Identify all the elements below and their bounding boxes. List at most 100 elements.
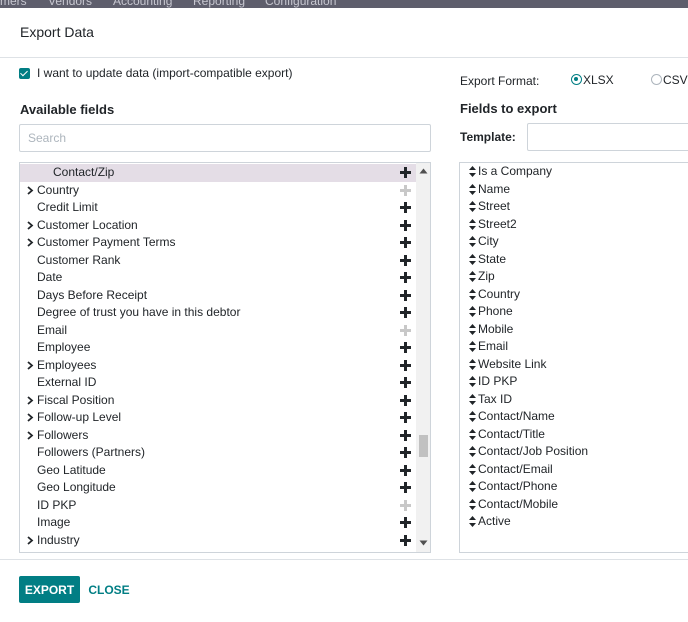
drag-handle-icon[interactable] xyxy=(468,218,477,231)
scroll-down-icon[interactable] xyxy=(419,540,428,546)
field-row[interactable]: Follow-up Level xyxy=(20,409,416,427)
search-input[interactable] xyxy=(19,124,431,152)
add-field-icon[interactable] xyxy=(400,342,411,353)
chevron-right-icon[interactable] xyxy=(25,412,35,423)
field-row[interactable]: Industry xyxy=(20,532,416,550)
export-field-row[interactable]: ID PKP xyxy=(460,373,688,391)
add-field-icon[interactable] xyxy=(400,447,411,458)
drag-handle-icon[interactable] xyxy=(468,358,477,371)
add-field-icon[interactable] xyxy=(400,482,411,493)
drag-handle-icon[interactable] xyxy=(468,323,477,336)
field-row[interactable]: Customer Payment Terms xyxy=(20,234,416,252)
add-field-icon[interactable] xyxy=(400,167,411,178)
field-row[interactable]: Contact/Zip xyxy=(20,164,416,182)
drag-handle-icon[interactable] xyxy=(468,428,477,441)
field-row[interactable]: Degree of trust you have in this debtor xyxy=(20,304,416,322)
chevron-right-icon[interactable] xyxy=(25,185,35,196)
field-row[interactable]: Days Before Receipt xyxy=(20,287,416,305)
add-field-icon[interactable] xyxy=(400,517,411,528)
add-field-icon[interactable] xyxy=(400,394,411,406)
format-label-csv[interactable]: CSV xyxy=(663,73,688,87)
add-field-icon[interactable] xyxy=(400,359,411,371)
add-field-icon[interactable] xyxy=(400,499,411,511)
drag-handle-icon[interactable] xyxy=(468,410,477,423)
export-field-row[interactable]: Contact/Title xyxy=(460,426,688,444)
add-field-icon[interactable] xyxy=(400,534,411,546)
drag-handle-icon[interactable] xyxy=(468,253,477,266)
import-compatible-checkbox[interactable] xyxy=(19,67,30,79)
drag-handle-icon[interactable] xyxy=(468,445,477,458)
drag-handle-icon[interactable] xyxy=(468,515,477,528)
format-label-xlsx[interactable]: XLSX xyxy=(583,73,614,87)
add-field-icon[interactable] xyxy=(400,184,411,196)
export-field-row[interactable]: City xyxy=(460,233,688,251)
add-field-icon[interactable] xyxy=(400,272,411,283)
field-row[interactable]: Followers xyxy=(20,427,416,445)
export-field-row[interactable]: Website Link xyxy=(460,356,688,374)
close-button[interactable]: CLOSE xyxy=(84,576,134,603)
add-field-icon[interactable] xyxy=(400,377,411,388)
export-field-row[interactable]: Is a Company xyxy=(460,163,688,181)
drag-handle-icon[interactable] xyxy=(468,480,477,493)
chevron-right-icon[interactable] xyxy=(25,360,35,371)
field-row[interactable]: Fiscal Position xyxy=(20,392,416,410)
add-field-icon[interactable] xyxy=(400,307,411,318)
add-field-icon[interactable] xyxy=(400,237,411,248)
drag-handle-icon[interactable] xyxy=(468,305,477,318)
drag-handle-icon[interactable] xyxy=(468,498,477,511)
chevron-right-icon[interactable] xyxy=(25,395,35,406)
export-field-row[interactable]: Tax ID xyxy=(460,391,688,409)
export-field-row[interactable]: Zip xyxy=(460,268,688,286)
field-row[interactable]: Image xyxy=(20,514,416,532)
template-select[interactable] xyxy=(527,123,688,151)
export-field-row[interactable]: Contact/Job Position xyxy=(460,443,688,461)
field-row[interactable]: Customer Location xyxy=(20,217,416,235)
field-row[interactable]: Geo Latitude xyxy=(20,462,416,480)
drag-handle-icon[interactable] xyxy=(468,183,477,196)
scroll-up-icon[interactable] xyxy=(419,168,428,174)
import-compatible-toggle[interactable]: I want to update data (import-compatible… xyxy=(19,66,292,80)
field-row[interactable]: Geo Longitude xyxy=(20,479,416,497)
add-field-icon[interactable] xyxy=(400,464,411,476)
chevron-right-icon[interactable] xyxy=(25,220,35,231)
add-field-icon[interactable] xyxy=(400,324,411,336)
add-field-icon[interactable] xyxy=(400,412,411,423)
export-field-row[interactable]: State xyxy=(460,251,688,269)
export-field-row[interactable]: Email xyxy=(460,338,688,356)
field-row[interactable]: ID PKP xyxy=(20,497,416,515)
drag-handle-icon[interactable] xyxy=(468,463,477,476)
field-row[interactable]: Employees xyxy=(20,357,416,375)
chevron-right-icon[interactable] xyxy=(25,430,35,441)
export-button[interactable]: EXPORT xyxy=(19,576,80,603)
export-field-row[interactable]: Mobile xyxy=(460,321,688,339)
drag-handle-icon[interactable] xyxy=(468,375,477,388)
field-row[interactable]: Date xyxy=(20,269,416,287)
add-field-icon[interactable] xyxy=(400,219,411,231)
chevron-right-icon[interactable] xyxy=(25,535,35,546)
field-row[interactable]: Email xyxy=(20,322,416,340)
export-field-row[interactable]: Contact/Name xyxy=(460,408,688,426)
export-field-row[interactable]: Street2 xyxy=(460,216,688,234)
field-row[interactable]: Credit Limit xyxy=(20,199,416,217)
scrollbar-thumb[interactable] xyxy=(419,435,428,457)
drag-handle-icon[interactable] xyxy=(468,288,477,301)
drag-handle-icon[interactable] xyxy=(468,340,477,353)
add-field-icon[interactable] xyxy=(400,289,411,301)
drag-handle-icon[interactable] xyxy=(468,393,477,406)
export-field-row[interactable]: Contact/Email xyxy=(460,461,688,479)
export-field-row[interactable]: Contact/Mobile xyxy=(460,496,688,514)
export-field-row[interactable]: Name xyxy=(460,181,688,199)
add-field-icon[interactable] xyxy=(400,254,411,266)
export-field-row[interactable]: Phone xyxy=(460,303,688,321)
field-row[interactable]: Customer Rank xyxy=(20,252,416,270)
field-row[interactable]: External ID xyxy=(20,374,416,392)
add-field-icon[interactable] xyxy=(400,202,411,213)
add-field-icon[interactable] xyxy=(400,429,411,441)
export-field-row[interactable]: Street xyxy=(460,198,688,216)
drag-handle-icon[interactable] xyxy=(468,270,477,283)
export-field-row[interactable]: Country xyxy=(460,286,688,304)
drag-handle-icon[interactable] xyxy=(468,235,477,248)
export-field-row[interactable]: Contact/Phone xyxy=(460,478,688,496)
field-row[interactable]: Followers (Partners) xyxy=(20,444,416,462)
format-radio-csv[interactable] xyxy=(651,74,662,85)
